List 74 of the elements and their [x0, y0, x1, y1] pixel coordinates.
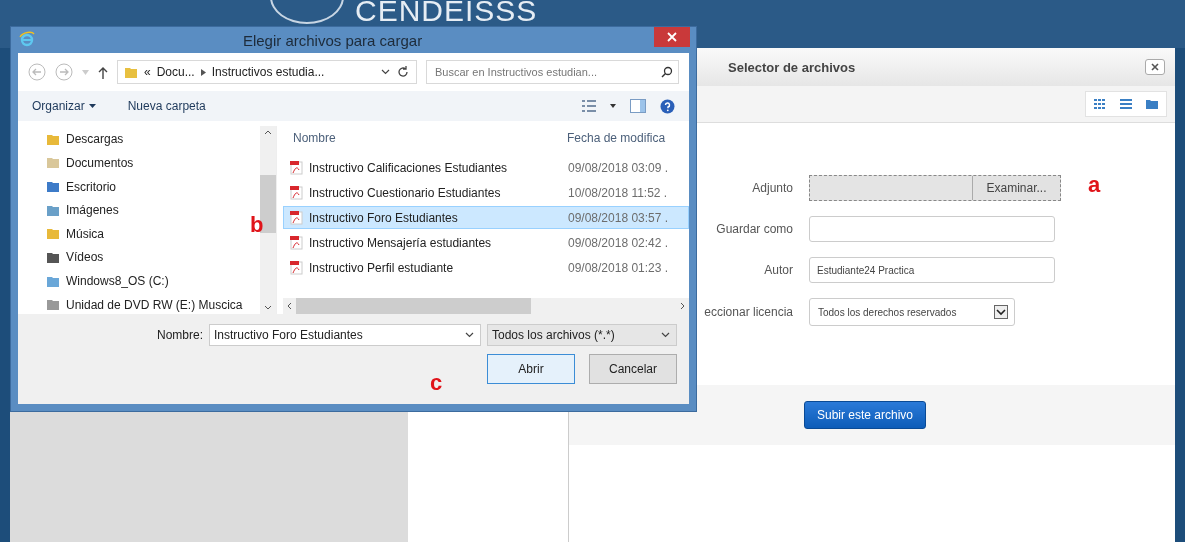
license-dropdown[interactable]: Todos los derechos reservados — [809, 298, 1015, 326]
field-label: Autor — [764, 263, 793, 277]
folder-icon — [46, 132, 60, 146]
close-button[interactable] — [654, 27, 690, 47]
close-icon — [1150, 62, 1160, 72]
upload-button[interactable]: Subir este archivo — [804, 401, 927, 429]
field-label: Guardar como — [716, 222, 793, 236]
nav-item[interactable]: Documentos — [46, 153, 260, 173]
browser-logo-icon — [19, 31, 35, 47]
cancel-button[interactable]: Cancelar — [589, 354, 677, 384]
pdf-file-icon — [290, 160, 303, 175]
site-title: CENDEISSS — [355, 0, 538, 28]
refresh-icon — [396, 65, 410, 79]
nav-item[interactable]: Unidad de DVD RW (E:) Muscica — [46, 295, 260, 314]
nav-item[interactable]: Vídeos — [46, 248, 260, 267]
pdf-file-icon — [290, 260, 303, 275]
file-row[interactable]: Instructivo Calificaciones Estudiantes 09/08/2018 03:09 . — [283, 156, 689, 179]
folder-icon — [46, 203, 60, 217]
field-label: eccionar licencia — [704, 305, 793, 319]
close-button[interactable] — [1145, 59, 1165, 75]
annotation-letter: b — [250, 212, 264, 238]
preview-pane-icon[interactable] — [630, 99, 646, 113]
chevron-down-icon — [465, 332, 474, 338]
annotation-letter: c — [430, 370, 443, 396]
organize-menu[interactable]: Organizar — [28, 97, 100, 115]
window-title: Elegir archivos para cargar — [242, 31, 423, 49]
folder-icon — [46, 227, 60, 241]
filename-field[interactable]: Instructivo Foro Estudiantes — [209, 324, 481, 346]
chevron-down-icon — [381, 69, 390, 75]
new-folder-button[interactable]: Nueva carpeta — [123, 97, 210, 115]
text-input[interactable] — [809, 216, 1055, 242]
pdf-file-icon — [290, 185, 303, 200]
file-upload-field[interactable]: Examinar... — [809, 175, 1061, 201]
file-row[interactable]: Instructivo Foro Estudiantes 09/08/2018 03:57 . — [283, 206, 689, 229]
scroll-left-icon[interactable] — [287, 302, 292, 310]
scroll-down-icon[interactable] — [264, 305, 272, 310]
caret-icon — [88, 104, 96, 108]
folder-icon — [124, 65, 138, 79]
dialog-title: Selector de archivos — [728, 59, 857, 75]
folder-icon — [46, 156, 60, 170]
nav-item[interactable]: Descargas — [46, 130, 260, 149]
dropdown-caret-icon[interactable] — [610, 104, 616, 108]
grid-view-icon[interactable] — [1094, 99, 1106, 109]
field-label: Adjunto — [752, 181, 793, 195]
column-header[interactable]: Nombre — [283, 131, 567, 145]
column-header[interactable]: Fecha de modifica — [567, 131, 689, 145]
nav-item[interactable]: Windows8_OS (C:) — [46, 271, 260, 291]
up-arrow-icon[interactable] — [98, 65, 108, 79]
scroll-up-icon[interactable] — [264, 130, 272, 135]
help-icon[interactable] — [660, 98, 675, 114]
folder-icon — [46, 180, 60, 194]
filename-label: Nombre: — [157, 328, 203, 342]
search-field[interactable]: Buscar en Instructivos estudian... — [426, 60, 679, 84]
file-row[interactable]: Instructivo Mensajería estudiantes 09/08/2018 02:42 . — [283, 231, 689, 254]
scroll-right-icon[interactable] — [680, 302, 685, 310]
pdf-file-icon — [290, 210, 303, 225]
file-row[interactable]: Instructivo Perfil estudiante 09/08/2018 01:23 . — [283, 256, 689, 279]
annotation-letter: a — [1088, 172, 1101, 198]
folder-view-icon[interactable] — [1146, 99, 1158, 109]
list-view-icon[interactable] — [1120, 99, 1132, 109]
text-input[interactable]: Estudiante24 Practica — [809, 257, 1055, 283]
folder-icon — [46, 250, 60, 264]
chevron-right-icon — [200, 68, 206, 76]
pdf-file-icon — [290, 235, 303, 250]
file-row[interactable]: Instructivo Cuestionario Estudiantes 10/08/2018 11:52 . — [283, 181, 689, 204]
chevron-down-icon — [661, 332, 670, 338]
file-type-dropdown[interactable]: Todos los archivos (*.*) — [487, 324, 677, 346]
scrollbar[interactable] — [283, 298, 689, 314]
nav-item[interactable]: Escritorio — [46, 177, 260, 196]
close-icon — [667, 32, 677, 42]
open-button[interactable]: Abrir — [487, 354, 575, 384]
address-bar[interactable]: « Docu... Instructivos estudia... — [117, 60, 417, 84]
search-icon[interactable] — [661, 66, 673, 78]
view-options-icon[interactable] — [582, 100, 596, 112]
